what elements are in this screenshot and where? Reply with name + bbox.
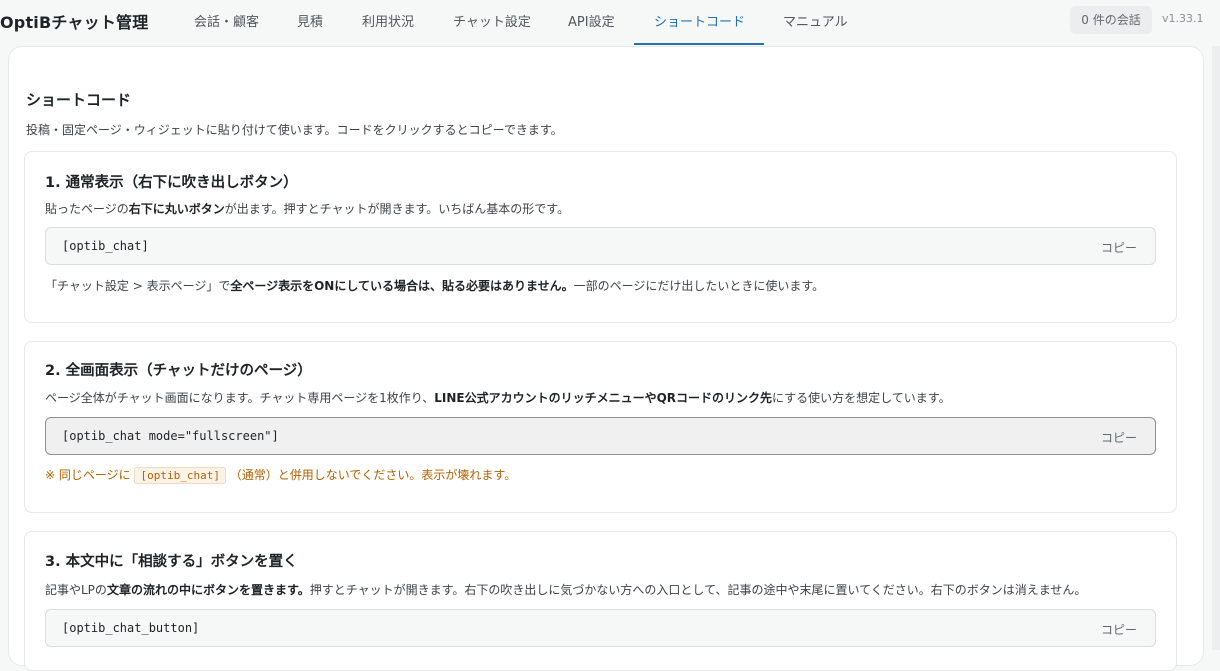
page-description: 投稿・固定ページ・ウィジェットに貼り付けて使います。コードをクリックするとコピー…	[26, 123, 563, 137]
card-description: ページ全体がチャット画面になります。チャット専用ページを1枚作り、LINE公式ア…	[45, 391, 951, 405]
active-tab-indicator	[634, 43, 764, 45]
version-label: v1.33.1	[1162, 12, 1204, 25]
card-title: 3. 本文中に「相談する」ボタンを置く	[45, 554, 298, 570]
tab-chat-settings[interactable]: チャット設定	[453, 11, 531, 30]
copy-button[interactable]: コピー	[1101, 239, 1137, 256]
card-description: 貼ったページの右下に丸いボタンが出ます。押すとチャットが開きます。いちばん基本の…	[45, 202, 570, 216]
inline-code: [optib_chat]	[134, 467, 226, 484]
tab-usage[interactable]: 利用状況	[362, 11, 414, 30]
app-title: OptiBチャット管理	[0, 13, 149, 32]
card-description: 記事やLPの文章の流れの中にボタンを置きます。押すとチャットが開きます。右下の吹…	[45, 583, 1087, 597]
card-title: 1. 通常表示（右下に吹き出しボタン）	[45, 175, 298, 191]
top-navigation-bar: OptiBチャット管理 会話・顧客 見積 利用状況 チャット設定 API設定 シ…	[0, 0, 1220, 46]
shortcode-text: [optib_chat_button]	[62, 621, 200, 635]
shortcode-code-box[interactable]: [optib_chat mode="fullscreen"] コピー	[45, 417, 1156, 455]
shortcode-card-normal: 1. 通常表示（右下に吹き出しボタン） 貼ったページの右下に丸いボタンが出ます。…	[24, 151, 1177, 323]
tab-conversations-customers[interactable]: 会話・顧客	[194, 11, 259, 30]
shortcode-code-box[interactable]: [optib_chat_button] コピー	[45, 609, 1156, 647]
page-title: ショートコード	[26, 91, 132, 109]
card-title: 2. 全画面表示（チャットだけのページ）	[45, 363, 312, 379]
shortcode-code-box[interactable]: [optib_chat] コピー	[45, 227, 1156, 265]
shortcode-card-fullscreen: 2. 全画面表示（チャットだけのページ） ページ全体がチャット画面になります。チ…	[24, 341, 1177, 513]
warning-note: ※ 同じページに [optib_chat] （通常）と併用しないでください。表示…	[45, 467, 517, 484]
conversation-count-badge[interactable]: 0 件の会話	[1070, 6, 1152, 34]
scrollbar[interactable]	[1212, 46, 1220, 650]
copy-button[interactable]: コピー	[1101, 621, 1137, 638]
shortcode-text: [optib_chat]	[62, 239, 149, 253]
copy-button[interactable]: コピー	[1101, 429, 1137, 446]
tab-manual[interactable]: マニュアル	[783, 11, 848, 30]
tab-estimates[interactable]: 見積	[297, 11, 323, 30]
card-note: 「チャット設定 > 表示ページ」で全ページ表示をONにしている場合は、貼る必要は…	[45, 279, 825, 293]
shortcode-text: [optib_chat mode="fullscreen"]	[62, 429, 279, 443]
tab-api-settings[interactable]: API設定	[568, 11, 615, 30]
tab-shortcode[interactable]: ショートコード	[654, 11, 745, 30]
shortcode-card-button: 3. 本文中に「相談する」ボタンを置く 記事やLPの文章の流れの中にボタンを置き…	[24, 531, 1177, 671]
